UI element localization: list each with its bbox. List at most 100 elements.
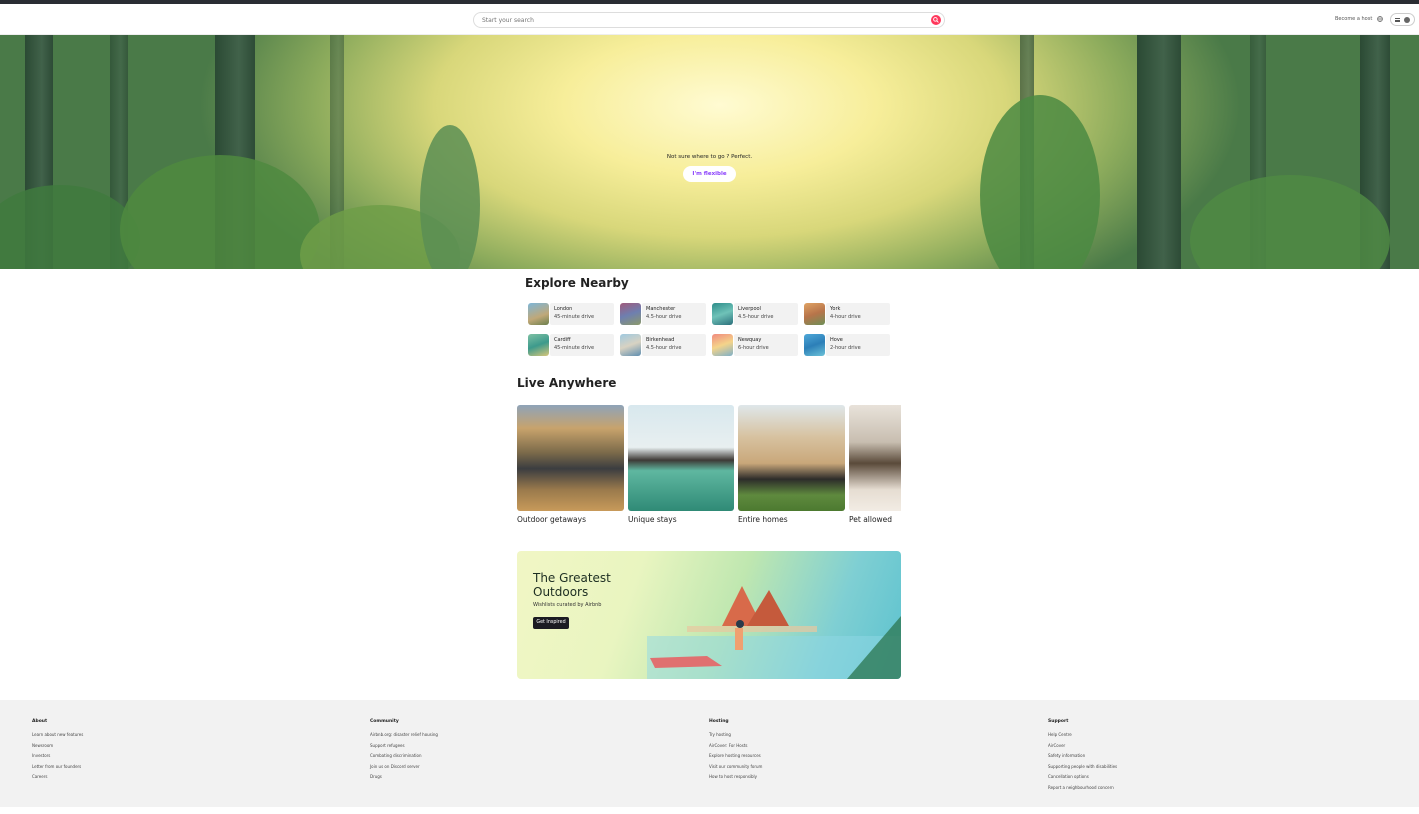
nearby-drive-time: 4.5-hour drive [646,345,682,351]
hero-tree [1137,35,1181,269]
live-card-label: Unique stays [628,515,677,524]
nearby-city: Newquay [738,337,762,343]
footer-link[interactable]: Report a neighbourhood concern [1048,783,1117,794]
site-header: Become a host [0,4,1419,35]
nearby-city: Birkenhead [646,337,675,343]
footer-link[interactable]: AirCover: For Hosts [709,741,762,752]
footer-link[interactable]: Support refugees [370,741,438,752]
nearby-drive-time: 45-minute drive [554,314,595,320]
nearby-drive-time: 2-hour drive [830,345,861,351]
nearby-card: Liverpool 4.5-hour drive [734,303,798,325]
nearby-drive-time: 4-hour drive [830,314,861,320]
nearby-thumbnail [528,303,549,325]
nearby-city: London [554,306,573,312]
nearby-item-hove[interactable]: Hove 2-hour drive [804,334,974,356]
become-host-link[interactable]: Become a host [1335,16,1372,22]
footer-link[interactable]: Drugs [370,772,438,783]
nearby-city: Manchester [646,306,676,312]
footer-link[interactable]: Visit our community forum [709,762,762,773]
live-card-unique[interactable]: Unique stays [628,405,734,525]
footer-heading: Community [370,719,399,724]
nearby-city: York [830,306,841,312]
footer-link[interactable]: Investors [32,751,83,762]
live-card-entire[interactable]: Entire homes [738,405,845,525]
footer-heading: Hosting [709,719,729,724]
menu-icon [1395,18,1400,22]
nearby-city: Cardiff [554,337,571,343]
hero-foliage [420,125,480,269]
globe-icon[interactable] [1377,16,1383,22]
hero-banner: Not sure where to go ? Perfect. I'm flex… [0,35,1419,269]
nearby-thumbnail [712,334,733,356]
nearby-item-york[interactable]: York 4-hour drive [804,303,974,325]
nearby-card: Birkenhead 4.5-hour drive [642,334,706,356]
nearby-city: Liverpool [738,306,761,312]
nearby-drive-time: 4.5-hour drive [738,314,774,320]
nearby-drive-time: 4.5-hour drive [646,314,682,320]
live-card-image [628,405,734,511]
footer-link[interactable]: Help Centre [1048,730,1117,741]
live-card-label: Entire homes [738,515,788,524]
footer-link[interactable]: AirCover [1048,741,1117,752]
hero-tagline: Not sure where to go ? Perfect. [666,154,753,160]
footer-link[interactable]: Cancellation options [1048,772,1117,783]
live-card-image [849,405,901,511]
promo-title: The Greatest Outdoors [533,571,611,599]
nearby-thumbnail [804,334,825,356]
search-bar[interactable] [473,12,945,28]
nearby-card: London 45-minute drive [550,303,614,325]
footer-link[interactable]: Try hosting [709,730,762,741]
nearby-thumbnail [712,303,733,325]
live-card-image [517,405,624,511]
hero-foliage [980,95,1100,269]
nearby-thumbnail [620,303,641,325]
nearby-city: Hove [830,337,843,343]
nearby-card: Cardiff 45-minute drive [550,334,614,356]
footer-link[interactable]: Join us on Discord server [370,762,438,773]
footer-link[interactable]: Safety information [1048,751,1117,762]
footer-link[interactable]: Combating discrimination [370,751,438,762]
user-menu-button[interactable] [1390,13,1415,26]
flexible-button[interactable]: I'm flexible [683,166,736,182]
live-card-pet[interactable]: Pet allowed [849,405,901,525]
nearby-thumbnail [620,334,641,356]
footer-link[interactable]: Supporting people with disabilities [1048,762,1117,773]
explore-nearby-title: Explore Nearby [525,276,629,290]
hero-foliage [120,155,320,269]
footer-column-about: About Learn about new features Newsroom … [32,719,83,783]
footer-column-community: Community Airbnb.org: disaster relief ho… [370,719,438,783]
footer-link[interactable]: Newsroom [32,741,83,752]
search-icon [933,17,939,23]
footer-link[interactable]: How to host responsibly [709,772,762,783]
promo-subtitle: Wishlists curated by Airbnb [533,602,602,608]
nearby-card: Hove 2-hour drive [826,334,890,356]
live-card-label: Pet allowed [849,515,893,524]
promo-illustration [647,586,901,679]
promo-banner: The Greatest Outdoors Wishlists curated … [517,551,901,679]
footer-link[interactable]: Learn about new features [32,730,83,741]
nearby-card: Newquay 6-hour drive [734,334,798,356]
live-card-outdoor[interactable]: Outdoor getaways [517,405,624,525]
footer-link[interactable]: Explore hosting resources [709,751,762,762]
footer-heading: Support [1048,719,1069,724]
user-avatar-icon [1404,17,1410,23]
search-button[interactable] [931,15,941,25]
site-footer: About Learn about new features Newsroom … [0,700,1419,807]
footer-link[interactable]: Careers [32,772,83,783]
nearby-thumbnail [804,303,825,325]
nearby-thumbnail [528,334,549,356]
live-anywhere-title: Live Anywhere [517,376,617,390]
live-card-image [738,405,845,511]
footer-column-hosting: Hosting Try hosting AirCover: For Hosts … [709,719,762,783]
get-inspired-button[interactable]: Get Inspired [533,617,569,629]
footer-heading: About [32,719,48,724]
nearby-drive-time: 45-minute drive [554,345,595,351]
footer-column-support: Support Help Centre AirCover Safety info… [1048,719,1117,793]
footer-link[interactable]: Airbnb.org: disaster relief housing [370,730,438,741]
nearby-drive-time: 6-hour drive [738,345,769,351]
nearby-card: Manchester 4.5-hour drive [642,303,706,325]
live-card-label: Outdoor getaways [517,515,586,524]
nearby-card: York 4-hour drive [826,303,890,325]
search-input[interactable] [482,14,902,26]
footer-link[interactable]: Letter from our founders [32,762,83,773]
